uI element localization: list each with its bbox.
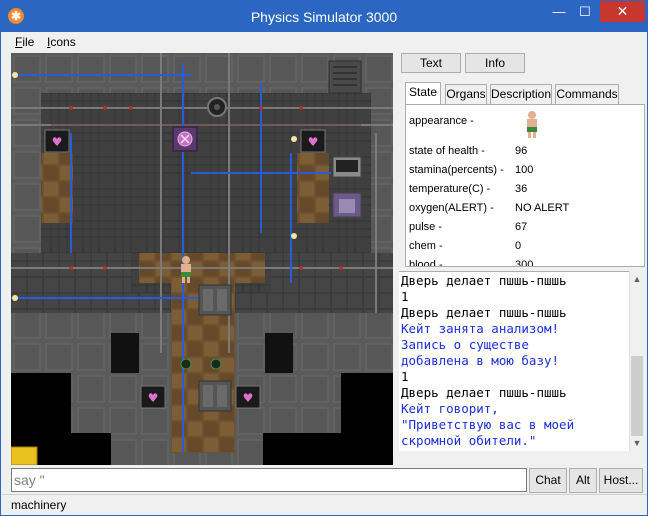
- state-value: 67: [515, 221, 528, 233]
- state-row: appearance -: [409, 111, 639, 138]
- info-button[interactable]: Info: [465, 53, 525, 73]
- chat-line: 1: [401, 289, 409, 304]
- chat-line: скромной обители.": [401, 433, 537, 448]
- maximize-button[interactable]: ☐: [572, 1, 598, 22]
- state-value: 36: [515, 183, 528, 195]
- menu-icons[interactable]: Icons: [47, 35, 76, 49]
- chat-line: 1: [401, 369, 409, 384]
- close-button[interactable]: ✕: [600, 1, 645, 22]
- menu-icons-label: cons: [50, 35, 76, 49]
- scroll-up-arrow-icon[interactable]: ▲: [631, 274, 643, 286]
- state-value: 96: [515, 145, 528, 157]
- station-map: ♥ ♥ ♥ ♥: [11, 53, 393, 465]
- chat-line: Кейт говорит,: [401, 401, 499, 416]
- chat-line: "Приветствую вас в моей: [401, 417, 575, 432]
- svg-text:♥: ♥: [308, 135, 319, 149]
- tab-organs[interactable]: Organs: [445, 84, 487, 104]
- minimize-button[interactable]: —: [546, 1, 572, 22]
- state-row: oxygen(ALERT) - NO ALERT: [409, 202, 639, 220]
- state-label: stamina(percents) -: [409, 164, 504, 176]
- chat-scrollbar-thumb[interactable]: [631, 356, 643, 436]
- chat-button[interactable]: Chat: [529, 468, 567, 493]
- state-row: state of health - 96: [409, 145, 639, 163]
- game-map-viewport[interactable]: ♥ ♥ ♥ ♥: [11, 53, 393, 465]
- state-label: oxygen(ALERT) -: [409, 202, 494, 214]
- menu-file[interactable]: File: [15, 35, 34, 49]
- state-label: chem -: [409, 240, 443, 252]
- chat-log[interactable]: Дверь делает пшшь-пшшь 1 Дверь делает пш…: [399, 271, 645, 451]
- svg-text:♥: ♥: [148, 391, 159, 405]
- app-window: ✱ Physics Simulator 3000 — ☐ ✕ File Icon…: [0, 0, 648, 516]
- chat-line: добавлена в мою базу!: [401, 353, 560, 368]
- state-panel: appearance - state of health - 96 stamin…: [405, 104, 645, 267]
- chat-line: Запись о существе: [401, 337, 529, 352]
- state-label: temperature(C) -: [409, 183, 491, 195]
- title-bar[interactable]: ✱ Physics Simulator 3000 — ☐ ✕: [1, 1, 647, 32]
- state-label: blood -: [409, 259, 443, 267]
- info-panel: Text Info State Organs Description Comma…: [399, 53, 645, 267]
- state-row: blood - 300: [409, 259, 639, 267]
- state-row: temperature(C) - 36: [409, 183, 639, 201]
- chat-line: Дверь делает пшшь-пшшь: [401, 305, 567, 320]
- tab-description[interactable]: Description: [490, 84, 552, 104]
- scroll-down-arrow-icon[interactable]: ▼: [631, 438, 643, 450]
- state-row: pulse - 67: [409, 221, 639, 239]
- state-value: 100: [515, 164, 534, 176]
- menu-file-label: ile: [22, 35, 35, 49]
- svg-text:♥: ♥: [243, 391, 254, 405]
- state-row: chem - 0: [409, 240, 639, 258]
- appearance-sprite-icon: [527, 111, 537, 138]
- svg-text:♥: ♥: [52, 135, 63, 149]
- state-value: 0: [515, 240, 522, 252]
- chat-line: Кейт занята анализом!: [401, 321, 560, 336]
- tab-state[interactable]: State: [405, 82, 441, 105]
- text-button[interactable]: Text: [401, 53, 461, 73]
- chat-line: Дверь делает пшшь-пшшь: [401, 273, 567, 288]
- state-label: appearance -: [409, 115, 474, 127]
- say-input[interactable]: [11, 468, 527, 492]
- host-button[interactable]: Host...: [599, 468, 643, 493]
- state-value: 300: [515, 259, 534, 267]
- state-row: stamina(percents) - 100: [409, 164, 639, 182]
- tab-commands[interactable]: Commands: [555, 84, 619, 104]
- alt-button[interactable]: Alt: [569, 468, 597, 493]
- state-label: pulse -: [409, 221, 443, 233]
- chat-line: Дверь делает пшшь-пшшь: [401, 385, 567, 400]
- menu-bar: File Icons: [2, 32, 647, 52]
- status-text: machinery: [11, 498, 67, 512]
- state-label: state of health -: [409, 145, 485, 157]
- status-bar: machinery: [2, 494, 647, 515]
- state-value: NO ALERT: [515, 202, 570, 214]
